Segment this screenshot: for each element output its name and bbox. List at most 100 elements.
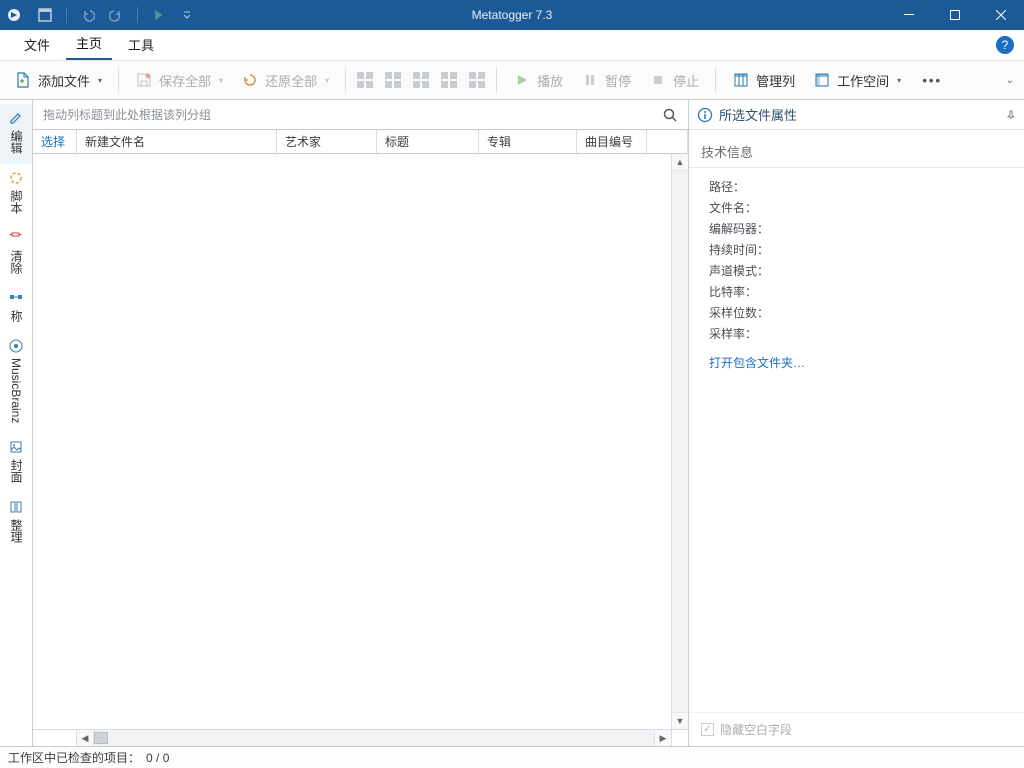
save-all-label: 保存全部: [159, 71, 211, 90]
field-filename: 文件名：: [709, 199, 1016, 216]
vtab-organize-label: 整理: [10, 519, 22, 543]
status-checked-value: 0 / 0: [146, 751, 169, 765]
col-artist[interactable]: 艺术家: [277, 130, 377, 153]
save-all-button[interactable]: 保存全部 ▾: [129, 67, 229, 94]
separator: [496, 68, 497, 92]
vtab-cover-label: 封面: [10, 459, 22, 483]
col-track[interactable]: 曲目编号: [577, 130, 647, 153]
field-samplerate: 采样率：: [709, 325, 1016, 342]
play-icon: [513, 71, 531, 89]
qat-dropdown-icon[interactable]: [178, 6, 196, 24]
organize-icon: [8, 499, 24, 515]
col-album[interactable]: 专辑: [479, 130, 577, 153]
hscroll-stub: [33, 730, 77, 746]
col-select[interactable]: 选择: [33, 130, 77, 153]
open-folder-link[interactable]: 打开包含文件夹…: [709, 354, 1016, 371]
vtab-cover[interactable]: 封面: [8, 433, 24, 493]
add-files-button[interactable]: 添加文件 ▾: [8, 67, 108, 94]
stop-label: 停止: [673, 71, 699, 90]
group-panel[interactable]: 拖动列标题到此处根据该列分组: [33, 100, 688, 130]
qat-separator: [137, 7, 138, 23]
redo-icon[interactable]: [107, 6, 125, 24]
vtab-musicbrainz-label: MusicBrainz: [10, 358, 22, 423]
column-headers: 选择 新建文件名 艺术家 标题 专辑 曲目编号: [33, 130, 688, 154]
vtab-script[interactable]: 脚本: [8, 164, 24, 224]
edit-icon: [8, 110, 24, 126]
play-icon[interactable]: [150, 6, 168, 24]
chevron-down-icon: ▾: [98, 76, 102, 85]
chevron-down-icon: ▾: [325, 76, 329, 85]
tab-tools[interactable]: 工具: [118, 29, 164, 60]
vtab-lookup[interactable]: 称: [8, 284, 24, 332]
undo-icon[interactable]: [79, 6, 97, 24]
workspace-button[interactable]: 工作空间 ▾: [807, 67, 907, 94]
rows-area[interactable]: [33, 154, 671, 729]
restore-all-button[interactable]: 还原全部 ▾: [235, 67, 335, 94]
hide-empty-checkbox[interactable]: ✓: [701, 723, 714, 736]
hscroll-thumb[interactable]: [94, 732, 108, 744]
scroll-left-icon[interactable]: ◀: [77, 730, 94, 746]
minimize-button[interactable]: [886, 0, 932, 30]
hscroll-track[interactable]: [94, 730, 654, 746]
pause-button[interactable]: 暂停: [575, 67, 637, 94]
hide-empty-label: 隐藏空白字段: [720, 721, 792, 738]
vtab-lookup-label: 称: [10, 310, 22, 322]
grid-view-icon-3[interactable]: [412, 71, 430, 89]
ribbon-toolbar: 添加文件 ▾ 保存全部 ▾ 还原全部 ▾ 播放 暂停 停止 管: [0, 60, 1024, 100]
scroll-track[interactable]: [672, 171, 688, 712]
grid-view-icon-4[interactable]: [440, 71, 458, 89]
grid-panel: 拖动列标题到此处根据该列分组 选择 新建文件名 艺术家 标题 专辑 曲目编号 ▲…: [33, 100, 689, 746]
help-icon[interactable]: ?: [996, 36, 1014, 54]
col-filename[interactable]: 新建文件名: [77, 130, 277, 153]
restore-all-label: 还原全部: [265, 71, 317, 90]
chevron-down-icon: ▾: [219, 76, 223, 85]
workspace-label: 工作空间: [837, 71, 889, 90]
grid-view-icon-5[interactable]: [468, 71, 486, 89]
properties-header: 所选文件属性: [689, 100, 1024, 130]
play-button[interactable]: 播放: [507, 67, 569, 94]
qat-window-icon[interactable]: [36, 6, 54, 24]
col-title[interactable]: 标题: [377, 130, 479, 153]
maximize-button[interactable]: [932, 0, 978, 30]
scroll-up-icon[interactable]: ▲: [672, 154, 688, 171]
col-extra[interactable]: [647, 130, 688, 153]
group-hint: 拖动列标题到此处根据该列分组: [43, 106, 211, 123]
ellipsis-icon: •••: [923, 71, 941, 89]
close-button[interactable]: [978, 0, 1024, 30]
vtab-script-label: 脚本: [10, 190, 22, 214]
ribbon-collapse-icon[interactable]: ⌄: [1006, 75, 1014, 86]
scroll-down-icon[interactable]: ▼: [672, 712, 688, 729]
stop-icon: [649, 71, 667, 89]
menu-bar: 文件 主页 工具 ?: [0, 30, 1024, 60]
vertical-scrollbar[interactable]: ▲ ▼: [671, 154, 688, 729]
columns-icon: [732, 71, 750, 89]
pause-icon: [581, 71, 599, 89]
lookup-icon: [8, 290, 24, 306]
grid-view-icon-2[interactable]: [384, 71, 402, 89]
clean-icon: [8, 230, 24, 246]
tab-home[interactable]: 主页: [66, 27, 112, 60]
stop-button[interactable]: 停止: [643, 67, 705, 94]
grid-view-icon-1[interactable]: [356, 71, 374, 89]
field-bitrate: 比特率：: [709, 283, 1016, 300]
document-plus-icon: [14, 71, 32, 89]
search-icon[interactable]: [662, 107, 678, 123]
vtab-clean[interactable]: 清除: [8, 224, 24, 284]
selection-buttons: [356, 71, 486, 89]
horizontal-scrollbar[interactable]: ◀ ▶: [77, 730, 671, 746]
titlebar-left: [0, 6, 196, 24]
vtab-edit-label: 编辑: [10, 130, 22, 154]
scroll-corner: [671, 730, 688, 746]
qat-separator: [66, 7, 67, 23]
restore-icon: [241, 71, 259, 89]
tab-file[interactable]: 文件: [14, 29, 60, 60]
pin-icon[interactable]: [1006, 110, 1016, 120]
vtab-musicbrainz[interactable]: MusicBrainz: [8, 332, 24, 433]
vtab-edit[interactable]: 编辑: [0, 104, 32, 164]
separator: [715, 68, 716, 92]
manage-columns-button[interactable]: 管理列: [726, 67, 801, 94]
manage-columns-label: 管理列: [756, 71, 795, 90]
more-button[interactable]: •••: [913, 67, 947, 93]
scroll-right-icon[interactable]: ▶: [654, 730, 671, 746]
vtab-organize[interactable]: 整理: [8, 493, 24, 553]
